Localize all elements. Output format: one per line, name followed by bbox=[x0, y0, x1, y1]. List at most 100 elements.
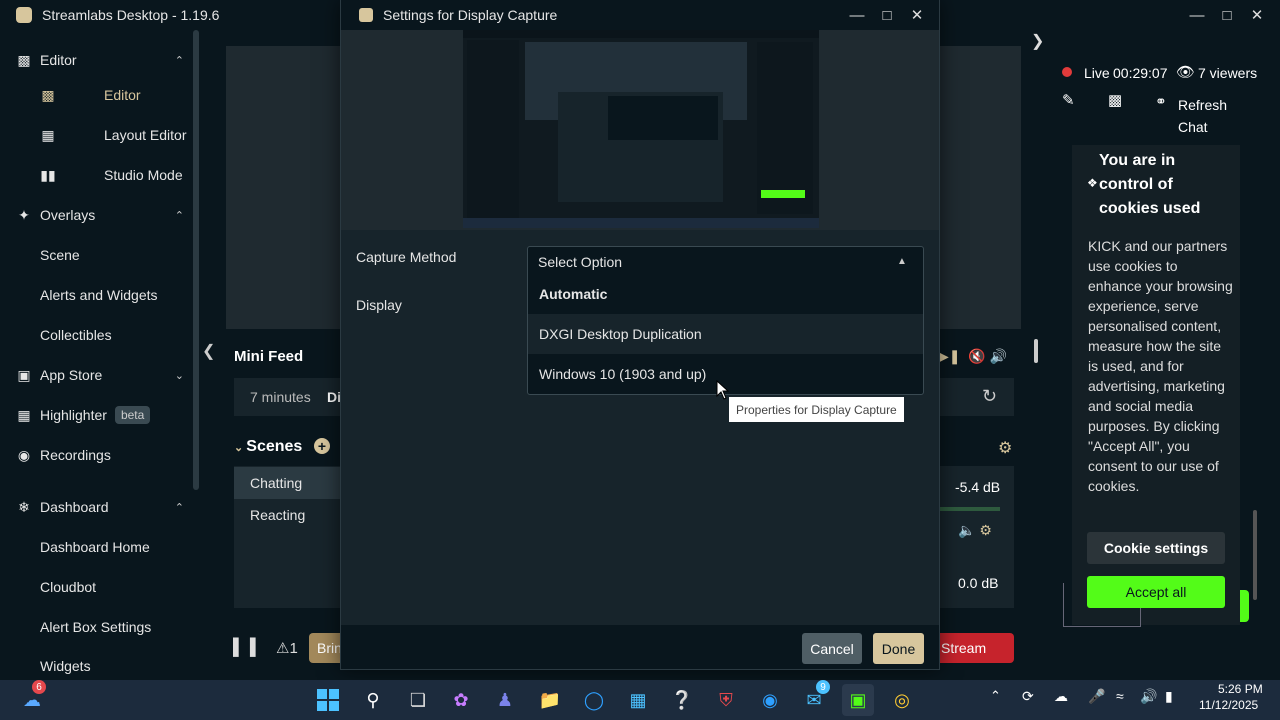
clock-time[interactable]: 5:26 PM bbox=[1218, 682, 1263, 696]
sidebar-item-scene[interactable]: Scene bbox=[0, 235, 200, 275]
go-live-button[interactable]: Stream bbox=[938, 633, 1014, 663]
app-title: Streamlabs Desktop - 1.19.6 bbox=[42, 7, 220, 23]
sidebar-item-widgets[interactable]: Widgets bbox=[0, 647, 200, 680]
streamlabs-logo-icon bbox=[16, 7, 32, 23]
display-label: Display bbox=[356, 297, 402, 313]
sidebar: ▩ Editor ⌃ ▩ Editor ▦ Layout Editor ▮▮ S… bbox=[0, 30, 200, 680]
streamlabs-taskbar-icon[interactable]: ▣ bbox=[842, 684, 874, 716]
onedrive-icon[interactable]: ☁ bbox=[1054, 688, 1068, 705]
mixer-volume-icon[interactable]: 🔈 ⚙ bbox=[958, 522, 992, 539]
cookie-icon: ❖ bbox=[1087, 176, 1098, 190]
minimize-button[interactable]: — bbox=[1182, 0, 1212, 30]
thumb-dropdown bbox=[608, 96, 718, 140]
battery-icon[interactable]: ▮ bbox=[1165, 688, 1173, 705]
sidebar-item-alerts-widgets[interactable]: Alerts and Widgets bbox=[0, 275, 200, 315]
edge-icon[interactable]: ◯ bbox=[578, 684, 610, 716]
sidebar-scrollbar[interactable] bbox=[193, 30, 199, 490]
pencil-icon[interactable]: ✎ bbox=[1062, 91, 1075, 109]
windows-start-icon[interactable] bbox=[312, 684, 344, 716]
chevron-left-icon[interactable]: ❮ bbox=[202, 341, 215, 361]
option-dxgi[interactable]: DXGI Desktop Duplication bbox=[528, 314, 923, 354]
tooltip: Properties for Display Capture bbox=[729, 397, 904, 422]
sidebar-item-collectibles[interactable]: Collectibles bbox=[0, 315, 200, 355]
thumb-sidebar bbox=[467, 40, 519, 226]
resize-handle[interactable] bbox=[1034, 339, 1038, 363]
cookie-settings-button[interactable]: Cookie settings bbox=[1087, 532, 1225, 564]
hp-icon[interactable]: ◉ bbox=[754, 684, 786, 716]
alert-count[interactable]: ⚠1 bbox=[276, 639, 298, 657]
clock-date[interactable]: 11/12/2025 bbox=[1199, 698, 1258, 712]
viewer-count: 7 viewers bbox=[1198, 65, 1258, 81]
store-icon[interactable]: ▦ bbox=[622, 684, 654, 716]
task-view-icon[interactable]: ❏ bbox=[402, 684, 434, 716]
scene-item-chatting[interactable]: Chatting bbox=[234, 467, 344, 499]
sidebar-item-cloudbot[interactable]: Cloudbot bbox=[0, 567, 200, 607]
caret-up-icon[interactable]: ▲ bbox=[897, 256, 907, 267]
mixer-level-2: 0.0 dB bbox=[958, 575, 999, 591]
sync-icon[interactable]: ⟳ bbox=[1022, 688, 1034, 705]
copilot-icon[interactable]: ✿ bbox=[445, 684, 477, 716]
sidebar-item-overlays[interactable]: ✦ Overlays ⌃ bbox=[0, 195, 200, 235]
sidebar-item-highlighter[interactable]: ▦ Highlighter beta bbox=[0, 395, 200, 435]
highlighter-icon: ▦ bbox=[17, 406, 31, 423]
overlays-icon: ✦ bbox=[18, 206, 30, 223]
modal-close-button[interactable]: ✕ bbox=[902, 0, 932, 30]
mcafee-icon[interactable]: ⛨ bbox=[710, 684, 742, 716]
volume-icon[interactable]: 🔊 bbox=[1140, 688, 1157, 705]
add-scene-button[interactable]: + bbox=[314, 438, 330, 454]
bring-button[interactable]: Brin bbox=[309, 633, 342, 663]
mini-feed-title: Mini Feed bbox=[234, 348, 304, 365]
search-icon[interactable]: ⚲ bbox=[357, 684, 389, 716]
sidebar-item-studio-mode[interactable]: ▮▮ Studio Mode bbox=[0, 155, 200, 195]
chat-send-button[interactable] bbox=[1240, 590, 1249, 622]
eye-icon: 👁 bbox=[1176, 64, 1196, 81]
chevron-down-icon: ⌄ bbox=[234, 442, 247, 454]
select-placeholder[interactable]: Select Option bbox=[538, 254, 622, 270]
chat-scrollbar[interactable] bbox=[1253, 510, 1257, 600]
cancel-button[interactable]: Cancel bbox=[802, 633, 862, 664]
mixer-gear-icon[interactable]: ⚙ bbox=[998, 438, 1012, 458]
sidebar-item-layout-editor[interactable]: ▦ Layout Editor bbox=[0, 115, 200, 155]
popout-icon[interactable]: ▩ bbox=[1108, 91, 1122, 109]
wifi-icon[interactable]: ≈ bbox=[1116, 688, 1124, 704]
mixer-level-1: -5.4 dB bbox=[955, 479, 1001, 495]
performance-icon[interactable]: ▌▐ bbox=[233, 639, 256, 657]
tray-overflow-icon[interactable]: ⌃ bbox=[990, 688, 1001, 704]
sidebar-item-recordings[interactable]: ◉ Recordings bbox=[0, 435, 200, 475]
accept-all-button[interactable]: Accept all bbox=[1087, 576, 1225, 608]
beta-badge: beta bbox=[114, 406, 151, 424]
share-icon[interactable]: ⚭ bbox=[1155, 93, 1167, 110]
close-button[interactable]: ✕ bbox=[1242, 0, 1272, 30]
mixer-meter bbox=[940, 507, 1000, 511]
sidebar-item-alert-box-settings[interactable]: Alert Box Settings bbox=[0, 607, 200, 647]
sidebar-item-app-store[interactable]: ▣ App Store ⌄ bbox=[0, 355, 200, 395]
modal-maximize-button[interactable]: □ bbox=[872, 0, 902, 30]
capture-method-label: Capture Method bbox=[356, 249, 457, 265]
refresh-icon[interactable]: ↻ bbox=[982, 386, 997, 407]
file-explorer-icon[interactable]: 📁 bbox=[534, 684, 566, 716]
maximize-button[interactable]: □ bbox=[1212, 0, 1242, 30]
chrome-icon[interactable]: ◎ bbox=[886, 684, 918, 716]
modal-minimize-button[interactable]: — bbox=[842, 0, 872, 30]
live-timer: 00:29:07 bbox=[1113, 65, 1168, 81]
sidebar-item-editor[interactable]: ▩ Editor bbox=[0, 75, 200, 115]
thumb-accept bbox=[761, 190, 805, 198]
sidebar-item-dashboard[interactable]: ❄ Dashboard ⌃ bbox=[0, 487, 200, 527]
microphone-icon[interactable]: 🎤 bbox=[1088, 688, 1105, 705]
streamlabs-logo-icon bbox=[359, 8, 373, 22]
option-automatic[interactable]: Automatic bbox=[528, 274, 923, 314]
sidebar-item-editor-section[interactable]: ▩ Editor ⌃ bbox=[0, 40, 200, 80]
dashboard-icon: ❄ bbox=[18, 498, 30, 515]
help-icon[interactable]: ❔ bbox=[666, 684, 698, 716]
skip-icon[interactable]: ▶❚ 🔇 🔊 bbox=[938, 348, 1007, 365]
done-button[interactable]: Done bbox=[873, 633, 924, 664]
warning-icon: ⚠ bbox=[276, 640, 290, 657]
chevron-up-icon: ⌃ bbox=[174, 54, 184, 67]
sidebar-item-dashboard-home[interactable]: Dashboard Home bbox=[0, 527, 200, 567]
scene-item-reacting[interactable]: Reacting bbox=[234, 499, 344, 531]
scenes-title: ⌄ Scenes bbox=[234, 438, 303, 455]
live-label: Live bbox=[1084, 65, 1110, 81]
refresh-chat-button[interactable]: Refresh Chat bbox=[1178, 94, 1238, 138]
teams-icon[interactable]: ♟ bbox=[489, 684, 521, 716]
chevron-right-icon[interactable]: ❯ bbox=[1031, 31, 1044, 51]
